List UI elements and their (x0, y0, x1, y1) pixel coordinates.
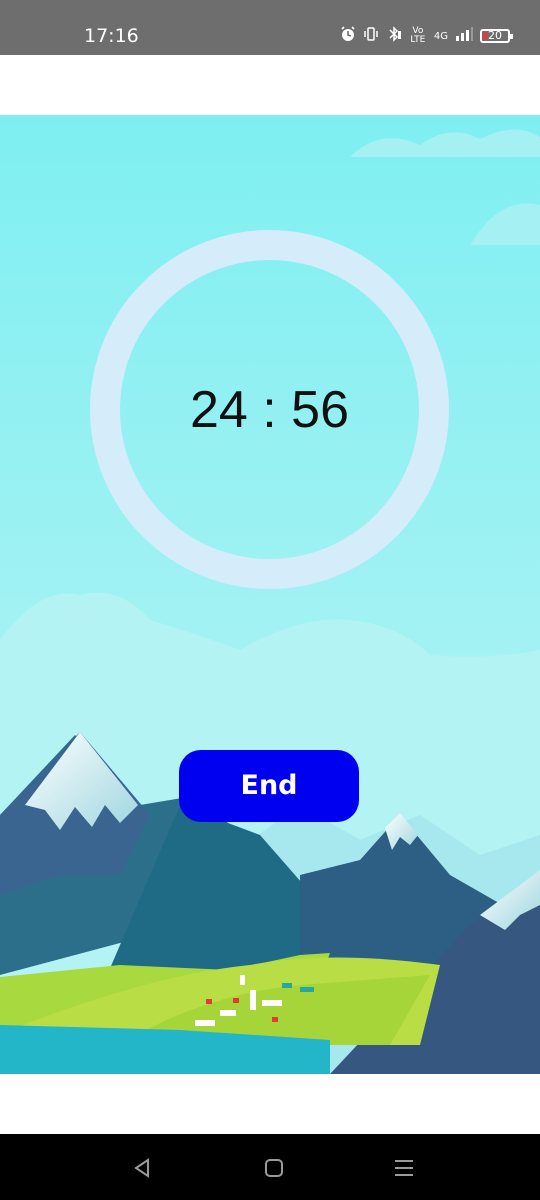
recents-icon[interactable] (392, 1156, 416, 1180)
header-spacer (0, 55, 540, 115)
back-icon[interactable] (130, 1156, 154, 1180)
signal-icon (455, 26, 473, 46)
footer-spacer (0, 1074, 540, 1134)
home-icon[interactable] (262, 1156, 286, 1180)
bluetooth-icon (386, 26, 402, 46)
timer-display: 24 : 56 (189, 381, 350, 439)
status-bar: 17:16 Vo LTE 4G 20 (0, 0, 540, 55)
status-time: 17:16 (84, 25, 139, 47)
status-icons: Vo LTE 4G 20 (340, 24, 513, 48)
volte-label: Vo LTE (410, 26, 426, 45)
battery-indicator: 20 (480, 29, 513, 43)
navigation-bar (0, 1134, 540, 1200)
vibrate-icon (363, 26, 379, 46)
end-button[interactable]: End (179, 750, 359, 822)
network-label: 4G (433, 30, 448, 42)
alarm-icon (340, 26, 356, 46)
